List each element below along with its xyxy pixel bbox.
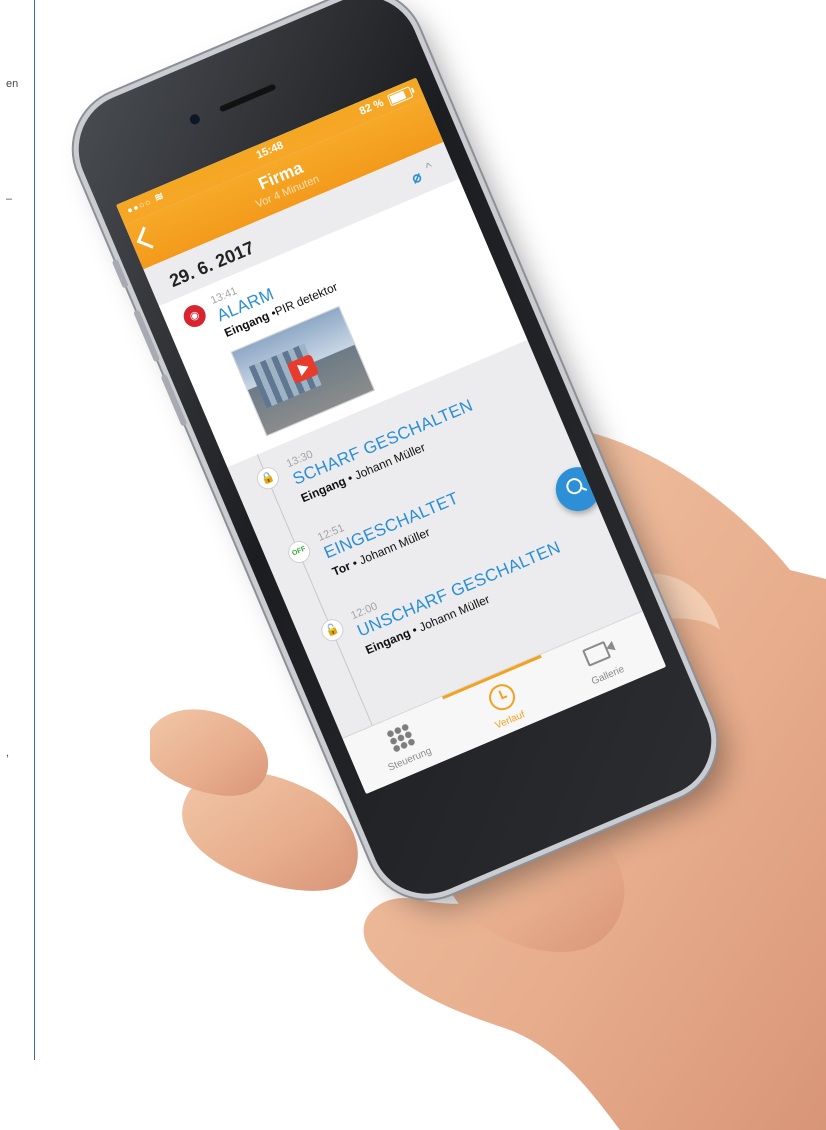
app-screen: ●●○○ ≋ 15:48 82 % Firma Vor 4 Minuten 29… [116, 77, 667, 795]
phone-mockup: ●●○○ ≋ 15:48 82 % Firma Vor 4 Minuten 29… [20, 0, 729, 920]
margin-text-fragment: en [6, 78, 19, 90]
video-camera-icon [582, 640, 612, 667]
lock-closed-icon: 🔒 [253, 463, 283, 493]
mute-switch [111, 258, 129, 289]
grid-icon [385, 722, 417, 754]
paperclip-icon[interactable]: ⌀ [409, 167, 424, 187]
margin-text-fragment: , [6, 747, 10, 759]
chevron-up-icon[interactable]: ^ [423, 159, 434, 175]
margin-text-fragment: – [6, 193, 13, 205]
off-badge-icon: OFF [284, 537, 314, 567]
earpiece [218, 83, 277, 113]
lock-open-icon: 🔓 [317, 615, 347, 645]
volume-up-button [133, 309, 161, 363]
clock-icon [484, 680, 519, 715]
search-fab-button[interactable] [548, 460, 607, 518]
alarm-icon: ◉ [180, 301, 210, 331]
search-icon [563, 475, 585, 497]
volume-down-button [160, 373, 188, 427]
battery-percent: 82 % [357, 96, 386, 118]
tab-verlauf[interactable]: Verlauf [441, 654, 565, 753]
tab-steuerung[interactable]: Steuerung [343, 697, 465, 794]
front-camera-icon [188, 112, 202, 126]
tab-gallerie[interactable]: Gallerie [541, 613, 663, 710]
